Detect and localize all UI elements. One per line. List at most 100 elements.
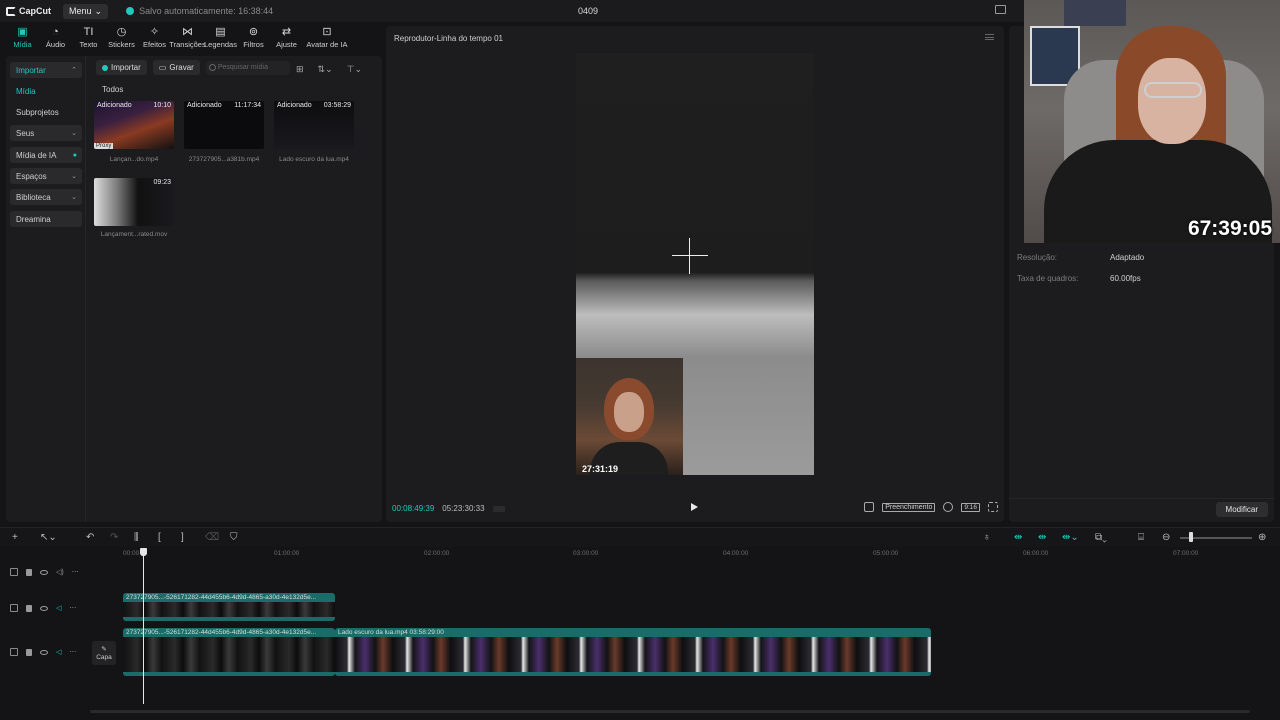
audio-track-icon[interactable] [864,502,875,512]
lock-icon[interactable] [26,568,32,576]
track-checkbox-icon[interactable] [10,568,18,576]
sidebar-item-import[interactable]: Importar ⌃ [10,62,82,78]
sort-icon[interactable]: ⇅⌄ [318,64,333,75]
delete-icon[interactable]: ⌫ [205,532,219,543]
more-icon[interactable]: ⋯ [69,648,76,656]
tab-audio[interactable]: ◔ Áudio [39,26,72,52]
sidebar-item-yours[interactable]: Seus ⌄ [10,125,82,141]
effects-icon: ✧ [149,26,160,38]
undo-icon[interactable]: ↶ [86,532,94,543]
fill-mode-button[interactable]: Preenchimento [882,502,936,512]
sidebar-item-dreamina[interactable]: Dreamina [10,211,82,227]
sidebar-item-ai-media[interactable]: Mídia de IA ● [10,147,82,163]
tab-text[interactable]: TI Texto [72,26,105,52]
save-status: Salvo automaticamente: 16:38:44 [126,6,273,16]
fullscreen-icon[interactable] [988,502,998,512]
tab-captions[interactable]: ▤ Legendas [204,26,237,52]
snapshot-icon[interactable] [943,502,954,512]
pip-timer: 27:31:19 [582,464,619,474]
tab-effects[interactable]: ✧ Efeitos [138,26,171,52]
trim-left-icon[interactable]: [ [158,532,161,543]
webcam-overlay-clip[interactable]: 27:31:19 [576,358,683,475]
split-icon[interactable]: ⫼ [134,532,139,543]
track-checkbox-icon[interactable] [10,604,18,612]
capcut-logo-icon [6,6,16,16]
modify-button[interactable]: Modificar [1215,502,1268,517]
audio-waveform-icon[interactable]: ◁ [56,604,61,612]
timeline-ruler[interactable]: 00:00 01:00:00 02:00:00 03:00:00 04:00:0… [0,548,1280,562]
overlay-clip[interactable]: 273727905...-526171282-44d455b6-4d9d-486… [123,593,335,621]
eye-icon[interactable] [40,605,48,611]
select-tool-icon[interactable]: ↖⌄ [40,532,57,543]
main-clip[interactable]: 273727905...-526171282-44d455b6-4d9d-486… [123,628,335,676]
more-icon[interactable]: ⋯ [69,604,76,612]
clip-title: Lado escuro da lua.mp4 03:58:29:00 [335,628,931,637]
more-icon[interactable]: ⋯ [72,568,79,576]
media-thumbnail[interactable]: Adicionado 11:17:34 [184,101,264,149]
sidebar-item-library[interactable]: Biblioteca ⌄ [10,189,82,205]
sidebar-item-media[interactable]: Mídia [10,83,82,99]
media-browser: Importar ▭ Gravar Pesquisar mídia ⊞ ⇅⌄ ⊤… [92,56,380,522]
split-screen-icon[interactable]: ⧉⌄ [1095,532,1107,543]
grid-view-icon[interactable]: ⊞ [296,64,304,75]
play-icon[interactable] [691,503,698,511]
zoom-out-icon[interactable]: ⊖ [1162,532,1170,543]
timeline-scrollbar[interactable] [90,710,1250,713]
media-thumbnail[interactable]: Adicionado 03:58:29 [274,101,354,149]
lock-icon[interactable] [26,648,32,656]
trim-right-icon[interactable]: ] [181,532,184,543]
adjust-icon: ⇄ [281,26,292,38]
video-preview[interactable]: 27:31:19 [576,53,814,475]
redo-icon[interactable]: ↷ [110,532,118,543]
magnet-icon[interactable]: ⇹ [1038,532,1046,543]
filter-icon[interactable]: ⊤⌄ [347,64,362,75]
lock-icon[interactable] [26,604,32,612]
asset-toolbar: ▣ Mídia ◔ Áudio TI Texto ◷ Stickers ✧ Ef… [6,26,351,52]
ruler-tick: 04:00:00 [723,550,749,557]
shield-icon[interactable]: ⛉ [230,532,238,543]
tab-media[interactable]: ▣ Mídia [6,26,39,52]
record-button[interactable]: ▭ Gravar [152,60,200,75]
tab-adjust[interactable]: ⇄ Ajuste [270,26,303,52]
eye-icon[interactable] [40,649,48,655]
sidebar-item-label: Mídia [16,86,36,96]
microphone-icon[interactable]: ♁ [983,532,991,543]
tab-stickers[interactable]: ◷ Stickers [105,26,138,52]
clip-title: 273727905...-526171282-44d455b6-4d9d-486… [123,593,335,602]
zoom-in-icon[interactable]: ⊕ [1258,532,1266,543]
main-clip[interactable]: Lado escuro da lua.mp4 03:58:29:00 [335,628,931,676]
volume-icon[interactable]: ◁) [56,568,64,576]
zoom-slider-handle[interactable] [1189,532,1193,542]
sidebar-item-label: Seus [16,128,35,138]
track-controls-overlay: ◁ ⋯ [10,604,76,612]
media-thumbnail[interactable]: 09:23 [94,178,174,226]
add-track-icon[interactable]: + [12,532,18,543]
cover-button[interactable]: ✎ Capa [92,641,116,665]
search-input[interactable]: Pesquisar mídia [205,60,290,75]
audio-waveform-icon[interactable]: ◁ [56,648,61,656]
sidebar-item-spaces[interactable]: Espaços ⌄ [10,168,82,184]
aspect-ratio-button[interactable]: 9:16 [961,502,980,512]
menu-label: Menu [69,6,92,16]
hamburger-icon[interactable] [985,34,994,40]
eye-icon[interactable] [40,569,48,575]
layout-icon[interactable] [995,5,1006,14]
tab-filters[interactable]: ⊚ Filtros [237,26,270,52]
caption-track-icon[interactable]: ⌸ [1138,532,1144,543]
import-button[interactable]: Importar [96,60,147,75]
playhead[interactable] [143,548,144,704]
menu-button[interactable]: Menu ⌄ [63,3,109,19]
playhead-handle[interactable] [140,548,147,556]
plus-icon [102,64,108,71]
tab-ai-avatar[interactable]: ⊡ Avatar de IA [303,26,351,52]
link-main-track-icon[interactable]: ⇹ [1014,532,1022,543]
streamer-webcam: 67:39:05 [1024,0,1280,243]
marker-icon[interactable] [492,505,505,512]
track-checkbox-icon[interactable] [10,648,18,656]
tab-transitions[interactable]: ⋈ Transições [169,26,205,52]
sidebar-item-subprojects[interactable]: Subprojetos [10,104,82,120]
detail-value: 60.00fps [1110,274,1141,283]
preview-axis-icon[interactable]: ⇹⌄ [1062,532,1079,543]
media-thumbnail[interactable]: Adicionado 10:10 Proxy [94,101,174,149]
app-logo-text: CapCut [19,6,51,16]
